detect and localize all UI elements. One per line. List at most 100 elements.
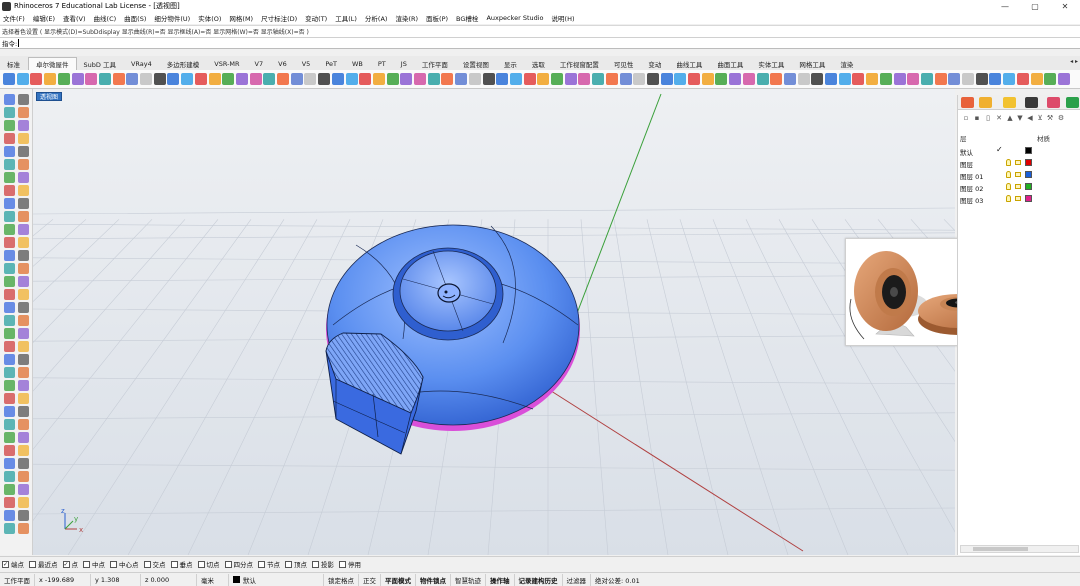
mesh-icon[interactable]: [441, 73, 454, 85]
perspective-viewport[interactable]: z y x 透视图: [33, 89, 955, 555]
extrude-icon[interactable]: [4, 159, 15, 170]
visibility-bulb-icon[interactable]: [1006, 195, 1011, 202]
rectangle-icon[interactable]: [18, 133, 29, 144]
solid-icon[interactable]: [18, 302, 29, 313]
texture-icon[interactable]: [71, 73, 84, 85]
circle-icon[interactable]: [18, 120, 29, 131]
grid-icon[interactable]: [962, 73, 974, 85]
lock-icon[interactable]: [1015, 196, 1021, 201]
grid-icon[interactable]: [468, 73, 481, 85]
render-icon[interactable]: [688, 73, 700, 85]
boolean-icon[interactable]: [18, 315, 29, 326]
render-tab-icon[interactable]: [1047, 97, 1060, 108]
texture-icon[interactable]: [1057, 73, 1070, 85]
filter-icon[interactable]: ⊻: [1036, 114, 1044, 122]
material-icon[interactable]: [551, 73, 563, 85]
rectangle-icon[interactable]: [18, 523, 29, 534]
materials-tab-icon[interactable]: [1025, 97, 1038, 108]
circle-icon[interactable]: [18, 198, 29, 209]
menu-item[interactable]: 说明(H): [552, 13, 575, 23]
arc-icon[interactable]: [4, 133, 15, 144]
render-icon[interactable]: [194, 73, 207, 85]
mesh-icon[interactable]: [605, 73, 618, 85]
polyline-icon[interactable]: [18, 185, 29, 196]
layer-icon[interactable]: [290, 73, 303, 85]
select-icon[interactable]: [4, 250, 15, 261]
grid-icon[interactable]: [140, 73, 152, 85]
arc-icon[interactable]: [4, 211, 15, 222]
osnap-option[interactable]: 投影: [312, 559, 334, 569]
sphere-icon[interactable]: [825, 73, 837, 85]
toolbar-tab[interactable]: 渲染: [833, 57, 861, 70]
osnap-checkbox[interactable]: ✓: [2, 560, 9, 568]
delete-layer-icon[interactable]: ✕: [995, 114, 1003, 122]
material-icon[interactable]: [715, 73, 728, 85]
surface-icon[interactable]: [4, 146, 15, 157]
toolbar-tab[interactable]: 选取: [525, 57, 553, 70]
osnap-checkbox[interactable]: [197, 560, 205, 568]
light-icon[interactable]: [208, 73, 221, 85]
layer-row[interactable]: 图层 03: [958, 193, 1080, 205]
history-toggle[interactable]: 记录建构历史: [515, 573, 563, 586]
render-icon[interactable]: [359, 73, 372, 85]
visibility-bulb-icon[interactable]: [1006, 183, 1011, 190]
lock-icon[interactable]: [1015, 172, 1021, 177]
rectangle-icon[interactable]: [18, 445, 29, 456]
arc-icon[interactable]: [4, 367, 15, 378]
camera-icon[interactable]: [920, 73, 933, 85]
material-icon[interactable]: [57, 73, 70, 85]
curve-icon[interactable]: [4, 354, 15, 365]
copy-layer-icon[interactable]: ▯: [984, 114, 992, 122]
box-icon[interactable]: [1003, 73, 1016, 85]
settings-icon[interactable]: [318, 73, 331, 85]
toolbar-tab[interactable]: V7: [248, 57, 272, 70]
texture-icon[interactable]: [400, 73, 413, 85]
texture-icon[interactable]: [235, 73, 248, 85]
layer-color-swatch[interactable]: [1025, 159, 1032, 166]
smarttrack-toggle[interactable]: 智慧轨迹: [451, 573, 486, 586]
select-icon[interactable]: [4, 484, 15, 495]
lock-icon[interactable]: [1015, 160, 1021, 165]
move-left-icon[interactable]: ◀: [1026, 114, 1034, 122]
settings-icon[interactable]: [482, 73, 495, 85]
osnap-checkbox[interactable]: [170, 560, 178, 568]
render-icon[interactable]: [852, 73, 865, 85]
layer-color-swatch[interactable]: [1025, 171, 1032, 178]
point-icon[interactable]: [18, 328, 29, 339]
curve-icon[interactable]: [4, 432, 15, 443]
solid-icon[interactable]: [18, 380, 29, 391]
toolbar-tab[interactable]: 可见性: [607, 57, 642, 70]
osnap-checkbox[interactable]: [83, 560, 90, 568]
point-icon[interactable]: [18, 484, 29, 495]
light-icon[interactable]: [701, 73, 714, 85]
toolbar-tab[interactable]: 变动: [641, 57, 669, 70]
grid-icon[interactable]: [304, 73, 317, 85]
layer-name[interactable]: 图层: [960, 159, 973, 169]
layer-name[interactable]: 默认: [960, 147, 973, 157]
new-layer-icon[interactable]: ▫: [962, 114, 970, 122]
box-icon[interactable]: [181, 73, 194, 85]
layer-name[interactable]: 图层 03: [960, 195, 983, 205]
solid-icon[interactable]: [18, 224, 29, 235]
sun-icon[interactable]: [249, 73, 262, 85]
layer-row[interactable]: 图层: [958, 157, 1080, 169]
texture-icon[interactable]: [893, 73, 906, 85]
circle-icon[interactable]: [18, 354, 29, 365]
new-sublayer-icon[interactable]: ▪: [973, 114, 981, 122]
osnap-option[interactable]: 切点: [197, 559, 220, 569]
menu-item[interactable]: 面板(P): [426, 13, 448, 23]
mesh-icon[interactable]: [112, 73, 125, 85]
box-icon[interactable]: [509, 73, 522, 85]
toolbar-tab[interactable]: PT: [371, 57, 394, 70]
osnap-checkbox[interactable]: [312, 560, 319, 568]
visibility-bulb-icon[interactable]: [1006, 159, 1011, 166]
sphere-icon[interactable]: [331, 73, 344, 85]
toolbar-tab[interactable]: 设置视图: [456, 57, 497, 70]
texture-icon[interactable]: [729, 73, 742, 85]
curve-icon[interactable]: [4, 510, 15, 521]
menu-item[interactable]: 查看(V): [63, 13, 86, 23]
minimize-button[interactable]: —: [990, 0, 1020, 12]
settings-icon[interactable]: ⚙: [1057, 114, 1065, 122]
rectangle-icon[interactable]: [18, 211, 29, 222]
layer-name[interactable]: 图层 01: [960, 171, 983, 181]
